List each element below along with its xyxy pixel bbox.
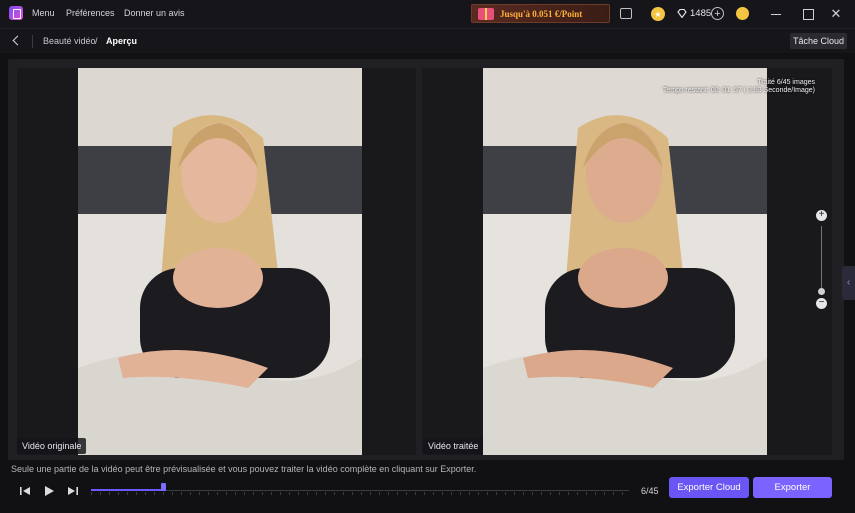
frame-counter: 6/45 — [641, 486, 659, 496]
processing-status: Traité 6/45 images Temps restant: 00: 01… — [640, 79, 815, 95]
user-avatar-icon[interactable] — [736, 7, 749, 20]
play-icon[interactable] — [42, 484, 56, 498]
export-cloud-button[interactable]: Exporter Cloud — [669, 477, 749, 498]
zoom-slider[interactable]: + − — [812, 208, 830, 312]
original-video-label: Vidéo originale — [17, 438, 87, 454]
minimize-button[interactable] — [768, 6, 784, 22]
title-bar: Menu Préférences Donner un avis Jusqu'à … — [0, 0, 855, 28]
promo-text: Jusqu'à 0.051 €/Point — [500, 8, 583, 19]
side-panel-toggle[interactable]: ‹ — [842, 266, 855, 300]
breadcrumb-current: Aperçu — [106, 36, 138, 46]
app-logo-icon — [9, 6, 23, 20]
original-video-frame — [78, 68, 362, 455]
timeline-ticks — [91, 492, 629, 495]
gift-icon — [478, 7, 494, 20]
close-button[interactable]: ✕ — [828, 6, 844, 22]
breadcrumb-separator: / — [95, 36, 98, 46]
zoom-out-icon[interactable]: − — [816, 298, 827, 309]
next-frame-icon[interactable] — [66, 484, 80, 498]
coin-icon[interactable]: ★ — [651, 7, 665, 21]
previous-frame-icon[interactable] — [18, 484, 32, 498]
promo-banner[interactable]: Jusqu'à 0.051 €/Point — [471, 4, 610, 23]
feedback-button[interactable]: Donner un avis — [124, 8, 185, 18]
chevron-left-icon[interactable] — [9, 34, 23, 48]
divider — [32, 35, 33, 48]
timeline-track — [91, 490, 629, 491]
remaining-time-text: Temps restant: 00: 01: 57 ( 3.53 Seconde… — [662, 87, 815, 94]
processed-video-label: Vidéo traitée — [423, 438, 484, 454]
preferences-button[interactable]: Préférences — [66, 8, 115, 18]
plus-circle-icon[interactable]: + — [711, 7, 724, 20]
maximize-button[interactable] — [800, 6, 816, 22]
credits-balance: 1485 — [690, 8, 712, 19]
preview-hint: Seule une partie de la vidéo peut être p… — [11, 464, 477, 474]
processed-frames-text: Traité 6/45 images — [757, 79, 815, 86]
export-button[interactable]: Exporter — [753, 477, 832, 498]
menu-button[interactable]: Menu — [32, 8, 55, 18]
cloud-task-button[interactable]: Tâche Cloud — [790, 33, 847, 49]
timeline-playhead[interactable] — [161, 483, 166, 491]
message-icon[interactable] — [620, 8, 632, 19]
gem-icon — [677, 9, 687, 18]
breadcrumb-parent[interactable]: Beauté vidéo — [43, 36, 96, 46]
zoom-track[interactable] — [821, 226, 822, 292]
timeline-progress — [91, 489, 163, 491]
zoom-in-icon[interactable]: + — [816, 210, 827, 221]
nav-bar: Beauté vidéo / Aperçu Tâche Cloud — [0, 28, 855, 53]
timeline-scrubber[interactable] — [91, 483, 629, 497]
processed-video-frame — [483, 68, 767, 455]
zoom-thumb[interactable] — [818, 288, 825, 295]
